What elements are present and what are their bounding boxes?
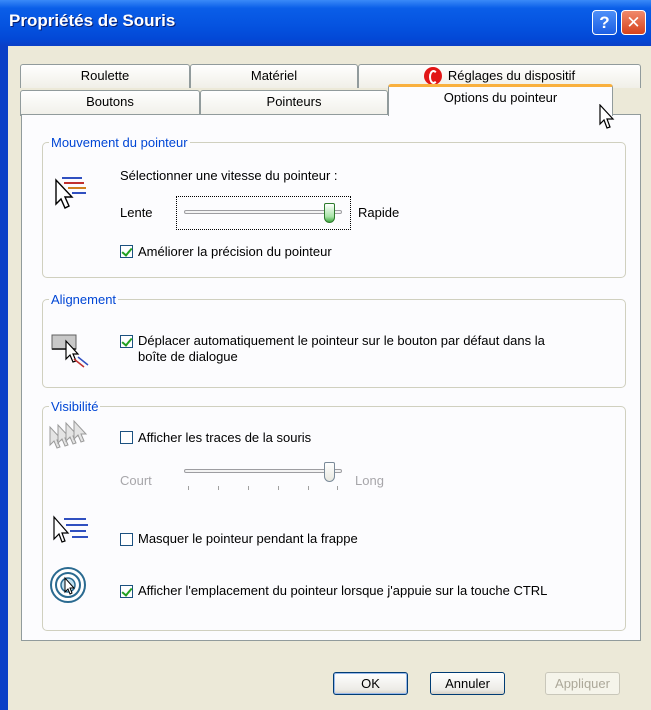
- trails-slider-ticks: [188, 486, 338, 490]
- hide-pointer-label[interactable]: Masquer le pointeur pendant la frappe: [138, 531, 358, 546]
- trails-slider-track: [184, 469, 342, 473]
- snap-label-line2[interactable]: boîte de dialogue: [138, 349, 238, 364]
- fast-label: Rapide: [358, 205, 400, 220]
- mouse-cursor-icon: [599, 104, 615, 129]
- locate-pointer-icon: [50, 567, 86, 603]
- tab-label: Roulette: [80, 68, 130, 83]
- trails-slider-thumb[interactable]: [324, 462, 335, 482]
- trails-slider[interactable]: [184, 460, 342, 494]
- trails-checkbox[interactable]: [120, 431, 133, 444]
- tab-pointeurs[interactable]: Pointeurs: [200, 90, 388, 116]
- ok-label: OK: [361, 676, 380, 691]
- snap-checkbox[interactable]: [120, 335, 133, 348]
- hide-pointer-checkbox[interactable]: [120, 533, 133, 546]
- tab-pointer-options[interactable]: Options du pointeur: [388, 84, 613, 116]
- title-bar[interactable]: Propriétés de Souris ? ✕: [0, 0, 651, 46]
- precision-label[interactable]: Améliorer la précision du pointeur: [138, 244, 332, 259]
- long-label: Long: [355, 473, 384, 488]
- pointer-trails-icon: [49, 419, 88, 449]
- trails-label[interactable]: Afficher les traces de la souris: [138, 430, 311, 445]
- snap-legend: Alignement: [51, 292, 117, 307]
- pointer-options-panel: Mouvement du pointeur Sélectionner une v…: [21, 114, 641, 641]
- hide-pointer-icon: [53, 515, 88, 543]
- tab-label: Boutons: [86, 94, 134, 109]
- short-label: Court: [120, 473, 152, 488]
- ctrl-locate-label[interactable]: Afficher l'emplacement du pointeur lorsq…: [138, 583, 547, 598]
- window-title: Propriétés de Souris: [9, 11, 176, 30]
- snap-to-icon: [51, 334, 89, 368]
- synaptics-icon: [423, 66, 442, 85]
- apply-button[interactable]: Appliquer: [545, 672, 620, 695]
- speed-slider-track: [184, 210, 342, 214]
- speed-prompt: Sélectionner une vitesse du pointeur :: [120, 168, 338, 183]
- tab-materiel[interactable]: Matériel: [190, 64, 358, 88]
- tab-label: Pointeurs: [266, 94, 322, 109]
- motion-legend: Mouvement du pointeur: [51, 135, 188, 150]
- ctrl-locate-checkbox[interactable]: [120, 585, 133, 598]
- tab-label: Matériel: [250, 68, 298, 83]
- help-button[interactable]: ?: [592, 10, 617, 35]
- precision-checkbox[interactable]: [120, 245, 133, 258]
- cancel-button[interactable]: Annuler: [430, 672, 505, 695]
- close-button[interactable]: ✕: [621, 10, 646, 35]
- speed-slider-thumb[interactable]: [324, 203, 335, 223]
- ok-button[interactable]: OK: [333, 672, 408, 695]
- pointer-speed-icon: [55, 177, 86, 209]
- snap-label-line1[interactable]: Déplacer automatiquement le pointeur sur…: [138, 333, 545, 348]
- visibility-legend: Visibilité: [51, 399, 99, 414]
- tab-boutons[interactable]: Boutons: [20, 90, 200, 116]
- tab-label: Réglages du dispositif: [447, 68, 576, 83]
- cancel-label: Annuler: [445, 676, 490, 691]
- mouse-properties-window: Propriétés de Souris ? ✕ Roulette Matéri…: [0, 0, 651, 710]
- help-icon: ?: [599, 13, 610, 32]
- apply-label: Appliquer: [555, 676, 610, 691]
- slow-label: Lente: [120, 205, 153, 220]
- speed-slider[interactable]: [184, 201, 342, 227]
- tab-roulette[interactable]: Roulette: [20, 64, 190, 88]
- tab-label: Options du pointeur: [443, 90, 558, 105]
- close-icon: ✕: [626, 13, 641, 32]
